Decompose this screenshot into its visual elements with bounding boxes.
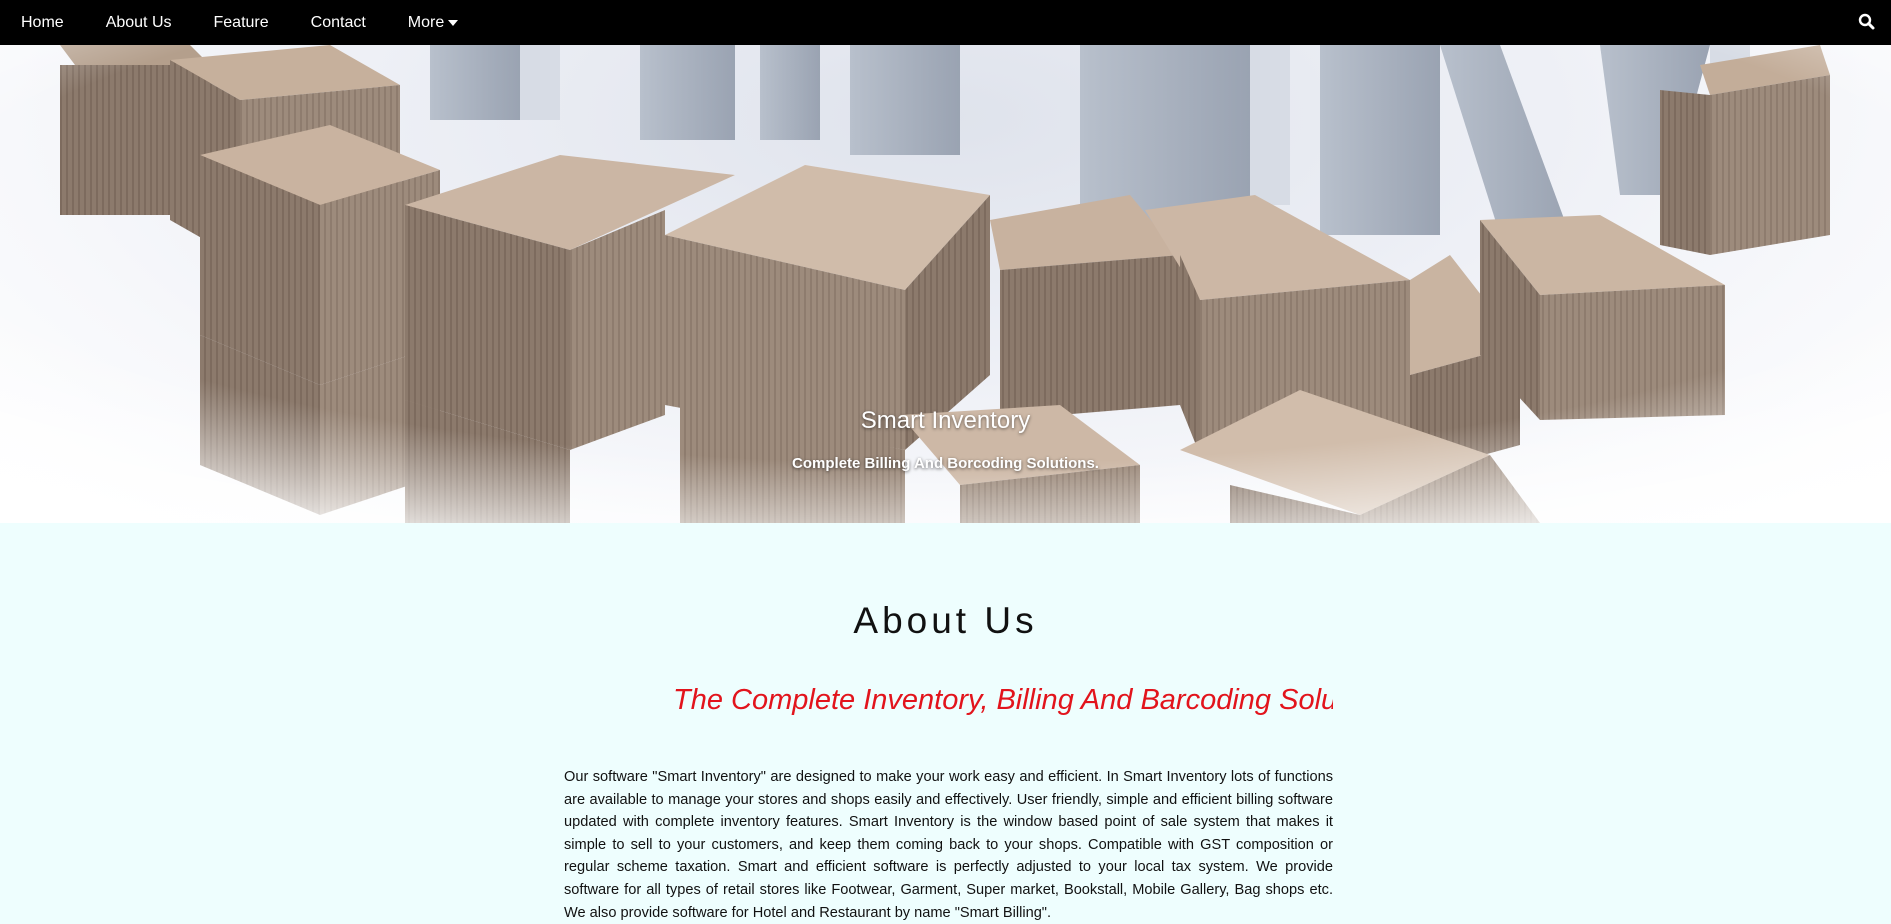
hero-banner: Smart Inventory Complete Billing And Bor… [0, 45, 1891, 523]
nav-feature[interactable]: Feature [193, 0, 290, 45]
top-navbar: Home About Us Feature Contact More [0, 0, 1891, 45]
caret-down-icon [448, 20, 459, 26]
hero-subtitle: Complete Billing And Borcoding Solutions… [792, 455, 1099, 472]
nav-home[interactable]: Home [0, 0, 85, 45]
nav-more-dropdown[interactable]: More [387, 0, 479, 45]
nav-contact-label: Contact [310, 14, 366, 31]
nav-about-us-label: About Us [105, 14, 172, 31]
hero-image-boxes [0, 45, 1891, 523]
hero-title: Smart Inventory [860, 407, 1031, 434]
nav-about-us[interactable]: About Us [85, 0, 193, 45]
nav-home-label: Home [21, 14, 64, 31]
about-description: Our software "Smart Inventory" are desig… [564, 769, 1333, 921]
nav-contact[interactable]: Contact [290, 0, 387, 45]
about-tagline-marquee: The Complete Inventory, Billing And Barc… [673, 684, 1333, 716]
nav-more-label: More [407, 14, 445, 31]
about-heading: About Us [853, 600, 1038, 641]
search-icon[interactable] [1857, 12, 1877, 32]
nav-feature-label: Feature [213, 14, 269, 31]
